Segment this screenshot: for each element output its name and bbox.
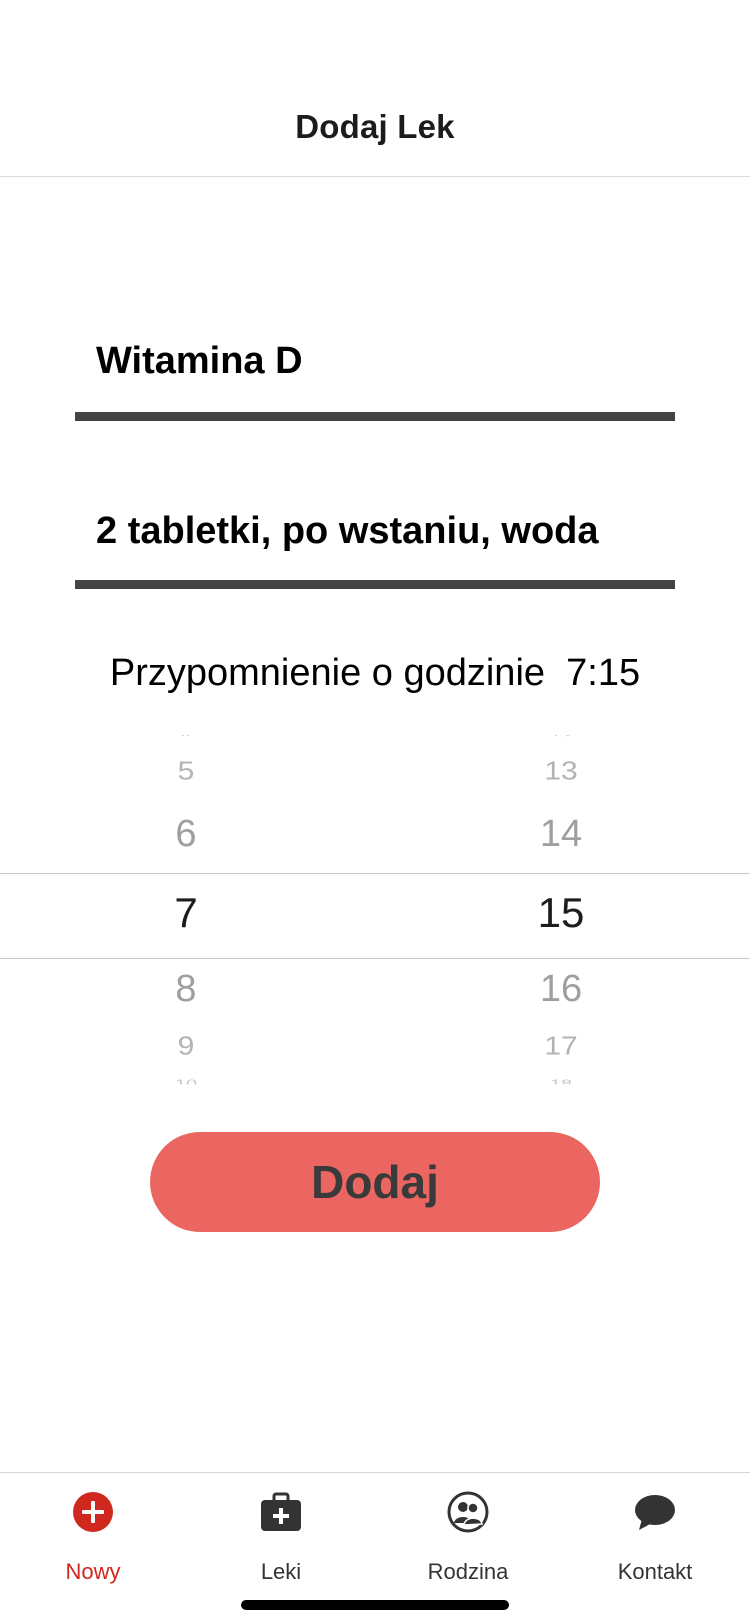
reminder-label: Przypomnienie o godzinie 7:15: [0, 652, 750, 695]
tab-label: Rodzina: [427, 1559, 509, 1584]
tab-kontakt[interactable]: Kontakt: [580, 1473, 730, 1593]
hour-option[interactable]: 4: [86, 735, 286, 736]
add-button[interactable]: Dodaj: [150, 1132, 600, 1232]
reminder-text: Przypomnienie o godzinie: [109, 652, 546, 694]
tab-leki[interactable]: Leki: [206, 1473, 356, 1593]
hour-option[interactable]: 10: [86, 1078, 286, 1085]
home-indicator: [241, 1600, 509, 1610]
tab-rodzina[interactable]: Rodzina: [393, 1473, 543, 1593]
tab-nowy[interactable]: Nowy: [18, 1473, 168, 1593]
medicine-name-underline: [75, 412, 675, 421]
tab-label: Kontakt: [617, 1559, 693, 1584]
reminder-time: 7:15: [566, 652, 641, 694]
minute-option[interactable]: 16: [461, 968, 661, 1011]
hour-option[interactable]: 9: [86, 1033, 286, 1062]
chat-bubble-icon: [635, 1495, 675, 1530]
dosage-field[interactable]: 2 tabletki, po wstaniu, woda: [75, 500, 675, 590]
medicine-name-input[interactable]: Witamina D: [96, 340, 675, 383]
hour-selected[interactable]: 7: [86, 889, 286, 937]
hour-wheel[interactable]: 4 5 6 7 8 9 10: [86, 735, 286, 1090]
family-icon: [447, 1491, 489, 1533]
plus-circle-icon: [73, 1492, 113, 1532]
tab-label: Leki: [260, 1559, 302, 1584]
hour-option[interactable]: 8: [86, 968, 286, 1011]
navigation-bar: Dodaj Lek: [0, 0, 750, 177]
page-title: Dodaj Lek: [295, 108, 455, 145]
tab-label: Nowy: [65, 1559, 121, 1584]
minute-wheel[interactable]: 12 13 14 15 16 17 18: [461, 735, 661, 1090]
minute-option[interactable]: 17: [461, 1033, 661, 1062]
medkit-icon: [261, 1492, 301, 1531]
dosage-underline: [75, 580, 675, 589]
time-picker[interactable]: 4 5 6 7 8 9 10 12 13 14 15 16 17 18: [0, 735, 750, 1090]
medicine-name-field[interactable]: Witamina D: [75, 330, 675, 421]
minute-option[interactable]: 18: [461, 1078, 661, 1085]
minute-selected[interactable]: 15: [461, 889, 661, 937]
hour-option[interactable]: 6: [86, 813, 286, 856]
minute-option[interactable]: 14: [461, 813, 661, 856]
dosage-input[interactable]: 2 tabletki, po wstaniu, woda: [96, 510, 675, 553]
minute-option[interactable]: 13: [461, 758, 661, 787]
hour-option[interactable]: 5: [86, 758, 286, 787]
minute-option[interactable]: 12: [461, 735, 661, 736]
